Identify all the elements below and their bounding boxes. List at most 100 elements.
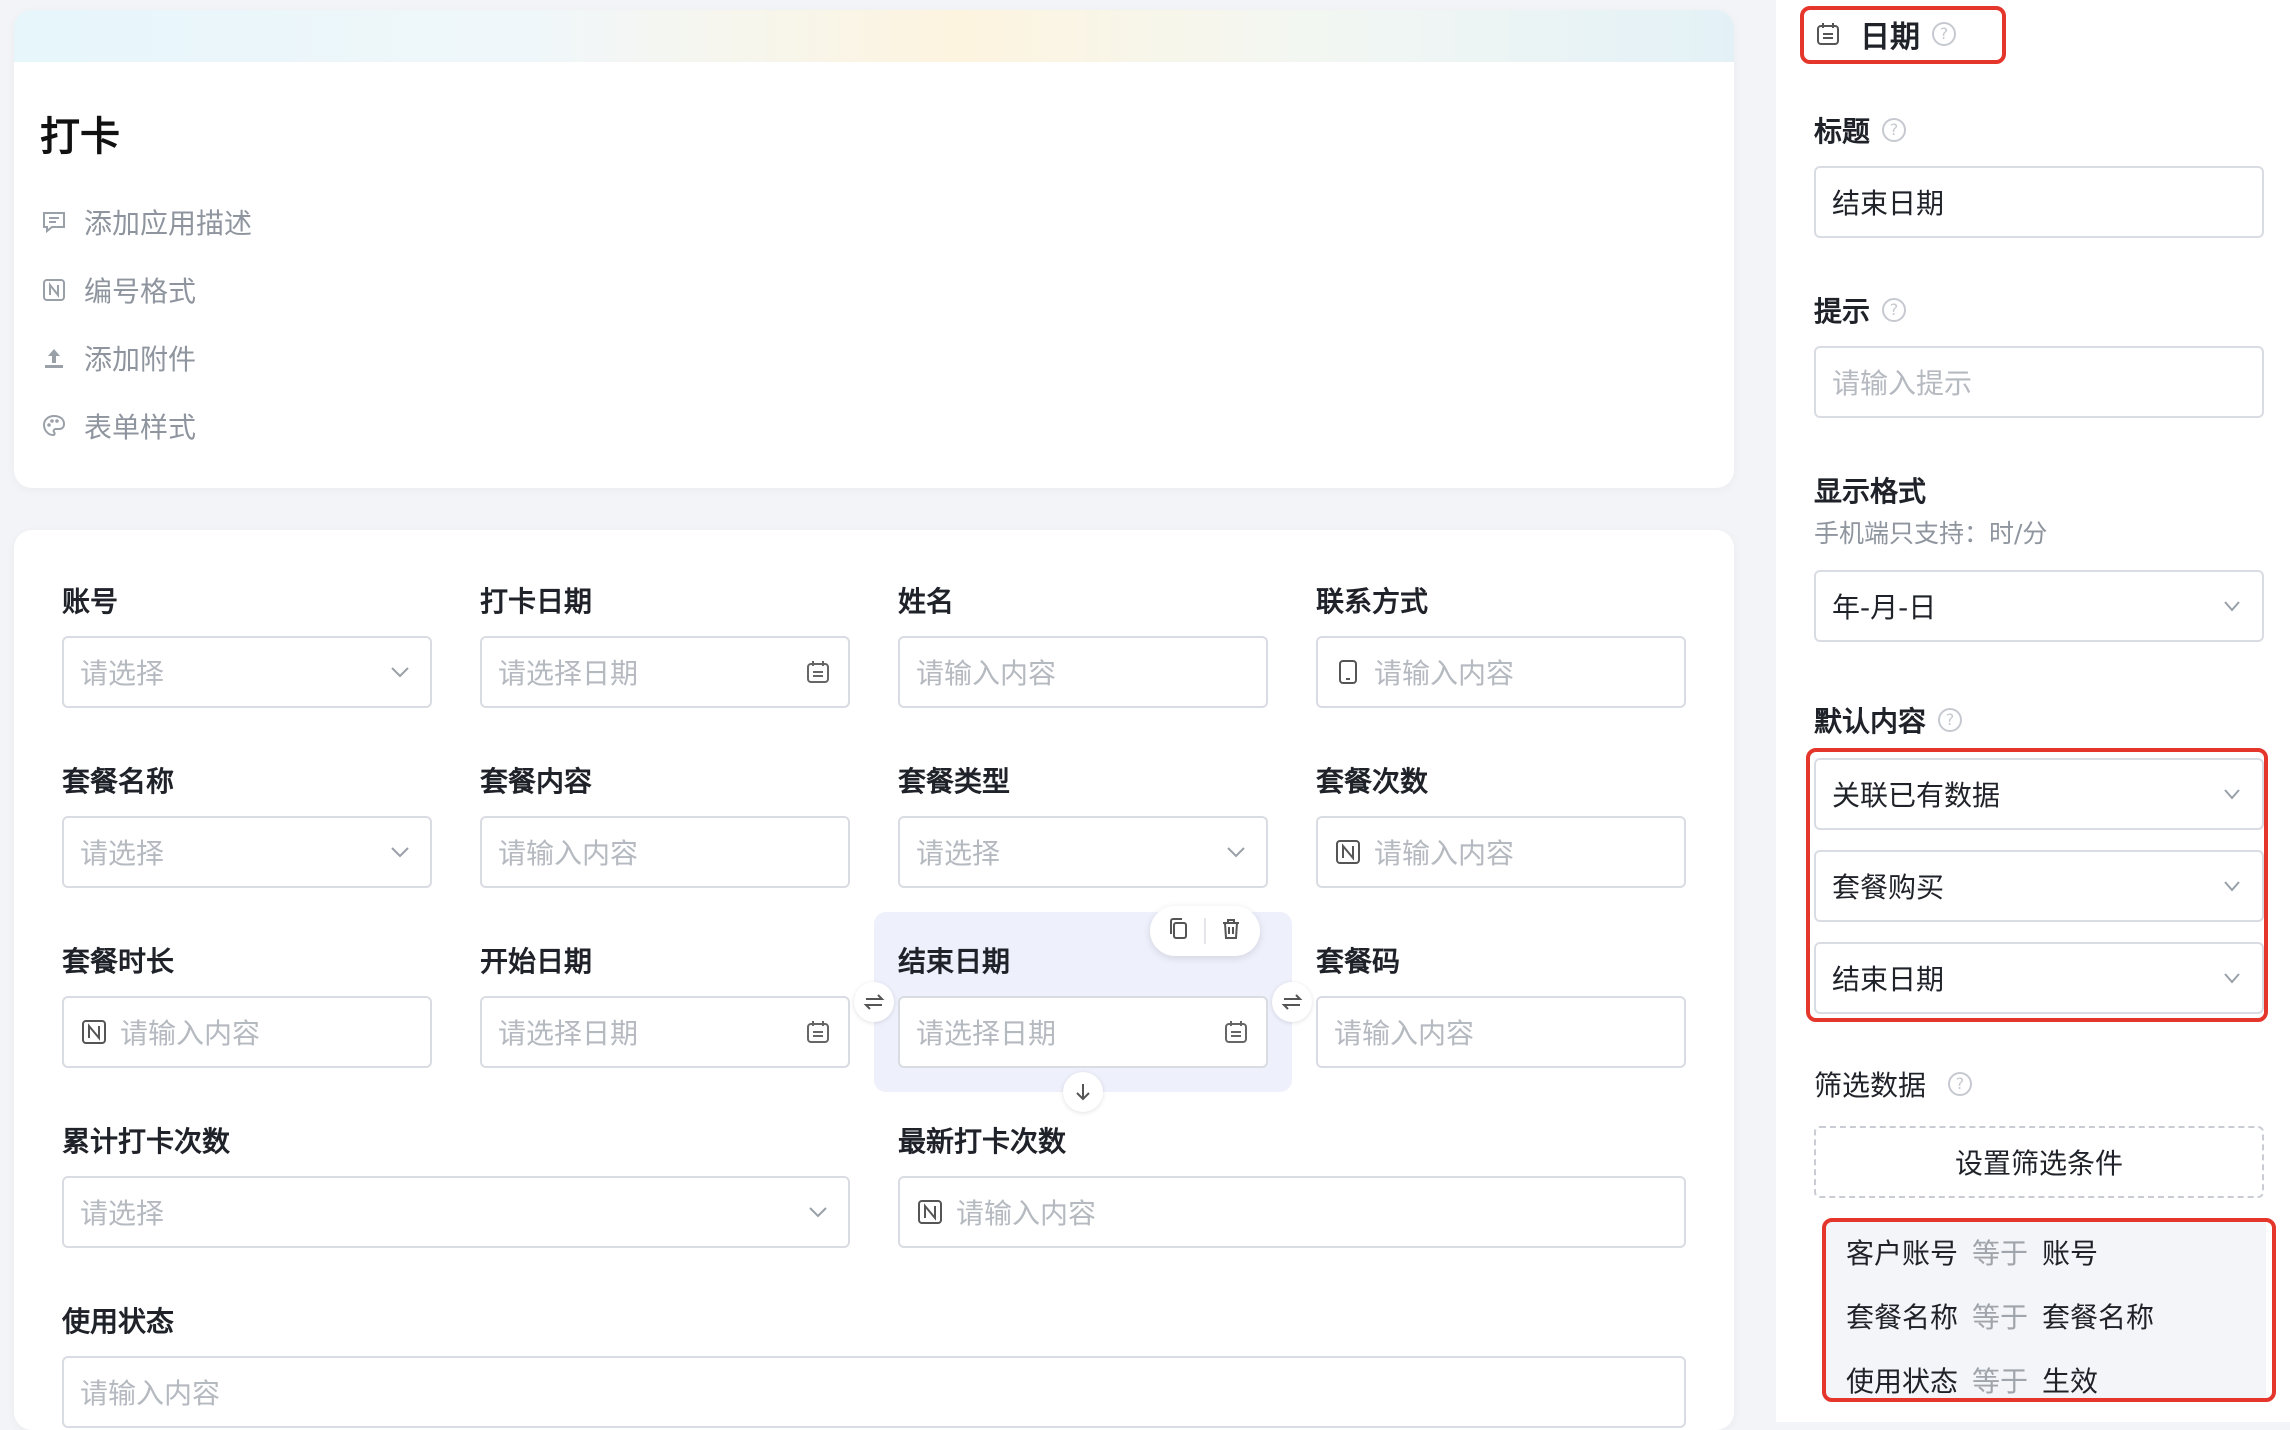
calendar-icon (804, 1018, 832, 1046)
form-title[interactable]: 打卡 (40, 104, 120, 162)
latest-checkins-placeholder: 请输入内容 (956, 1197, 1097, 1230)
copy-icon[interactable] (1166, 916, 1192, 946)
package-duration-placeholder: 请输入内容 (120, 1017, 261, 1050)
package-type-select[interactable]: 请选择 (898, 816, 1268, 888)
package-count-input[interactable]: 请输入内容 (1316, 816, 1686, 888)
usage-status-placeholder: 请输入内容 (80, 1377, 221, 1410)
field-label-package-code: 套餐码 (1316, 945, 1401, 978)
highlight-component-type (1800, 6, 2006, 64)
default-label-text: 默认内容 (1814, 705, 1927, 738)
start-date-picker[interactable]: 请选择日期 (480, 996, 850, 1068)
add-attachment-link[interactable]: 添加附件 (40, 338, 196, 378)
swap-left-icon[interactable] (854, 982, 894, 1022)
name-input[interactable]: 请输入内容 (898, 636, 1268, 708)
number-format-label: 编号格式 (84, 275, 197, 308)
form-style-link[interactable]: 表单样式 (40, 406, 196, 446)
field-label-total-checkins: 累计打卡次数 (62, 1125, 231, 1158)
toolbar-divider (1204, 918, 1206, 944)
move-down-icon[interactable] (1063, 1072, 1103, 1112)
package-content-input[interactable]: 请输入内容 (480, 816, 850, 888)
total-checkins-select[interactable]: 请选择 (62, 1176, 850, 1248)
hint-input[interactable]: 请输入提示 (1814, 346, 2264, 418)
phone-icon (1334, 658, 1362, 686)
field-label-package-count: 套餐次数 (1316, 765, 1429, 798)
chevron-down-icon (804, 1198, 832, 1226)
help-icon[interactable]: ? (1882, 298, 1907, 322)
format-select-value: 年-月-日 (1832, 591, 1937, 624)
format-select[interactable]: 年-月-日 (1814, 570, 2264, 642)
set-filter-button[interactable]: 设置筛选条件 (1814, 1126, 2264, 1198)
end-date-placeholder: 请选择日期 (916, 1017, 1057, 1050)
title-input[interactable]: 结束日期 (1814, 166, 2264, 238)
package-type-placeholder: 请选择 (916, 837, 1001, 870)
default-section-label: 默认内容 ? (1814, 700, 1963, 740)
number-format-icon (40, 276, 68, 304)
usage-status-input[interactable]: 请输入内容 (62, 1356, 1686, 1428)
trash-icon[interactable] (1218, 916, 1244, 946)
title-section-label: 标题 ? (1814, 110, 1907, 150)
package-code-placeholder: 请输入内容 (1334, 1017, 1475, 1050)
field-label-package-type: 套餐类型 (898, 765, 1011, 798)
help-icon[interactable]: ? (1882, 118, 1907, 142)
calendar-icon (804, 658, 832, 686)
form-header-card (14, 10, 1734, 488)
package-duration-input[interactable]: 请输入内容 (62, 996, 432, 1068)
start-date-placeholder: 请选择日期 (498, 1017, 639, 1050)
field-label-package-content: 套餐内容 (480, 765, 593, 798)
package-name-select[interactable]: 请选择 (62, 816, 432, 888)
field-label-package-name: 套餐名称 (62, 765, 175, 798)
total-checkins-placeholder: 请选择 (80, 1197, 165, 1230)
field-label-name: 姓名 (898, 585, 955, 618)
field-label-latest-checkins: 最新打卡次数 (898, 1125, 1067, 1158)
package-count-placeholder: 请输入内容 (1374, 837, 1515, 870)
number-icon (916, 1198, 944, 1226)
latest-checkins-input[interactable]: 请输入内容 (898, 1176, 1686, 1248)
highlight-filter-conditions (1822, 1218, 2276, 1402)
field-label-account: 账号 (62, 585, 119, 618)
number-icon (80, 1018, 108, 1046)
chevron-down-icon (386, 658, 414, 686)
help-icon[interactable]: ? (1948, 1072, 1973, 1096)
filter-section-label: 筛选数据 ? (1814, 1064, 1973, 1104)
highlight-default-content (1806, 748, 2268, 1022)
account-placeholder: 请选择 (80, 657, 165, 690)
chevron-down-icon (1222, 838, 1250, 866)
end-date-picker[interactable]: 请选择日期 (898, 996, 1268, 1068)
add-attachment-label: 添加附件 (84, 343, 197, 376)
title-label-text: 标题 (1814, 115, 1871, 148)
checkin-date-placeholder: 请选择日期 (498, 657, 639, 690)
swap-right-icon[interactable] (1272, 982, 1312, 1022)
comment-icon (40, 208, 68, 236)
title-input-value: 结束日期 (1832, 187, 1945, 220)
add-description-link[interactable]: 添加应用描述 (40, 202, 252, 242)
account-select[interactable]: 请选择 (62, 636, 432, 708)
number-format-link[interactable]: 编号格式 (40, 270, 196, 310)
header-gradient-banner (14, 10, 1734, 62)
hint-input-placeholder: 请输入提示 (1832, 367, 1973, 400)
form-style-label: 表单样式 (84, 411, 197, 444)
package-code-input[interactable]: 请输入内容 (1316, 996, 1686, 1068)
format-label-text: 显示格式 (1814, 475, 1927, 508)
format-section-label: 显示格式 (1814, 470, 1926, 510)
chevron-down-icon (386, 838, 414, 866)
upload-icon (40, 344, 68, 372)
add-description-label: 添加应用描述 (84, 207, 253, 240)
calendar-icon (1222, 1018, 1250, 1046)
filter-label-text: 筛选数据 (1814, 1069, 1927, 1102)
field-label-checkin-date: 打卡日期 (480, 585, 593, 618)
hint-label-text: 提示 (1814, 295, 1871, 328)
format-note: 手机端只支持：时/分 (1814, 519, 2048, 548)
number-icon (1334, 838, 1362, 866)
contact-input[interactable]: 请输入内容 (1316, 636, 1686, 708)
field-label-end-date: 结束日期 (898, 945, 1011, 978)
name-placeholder: 请输入内容 (916, 657, 1057, 690)
palette-icon (40, 412, 68, 440)
hint-section-label: 提示 ? (1814, 290, 1907, 330)
help-icon[interactable]: ? (1938, 708, 1963, 732)
field-label-start-date: 开始日期 (480, 945, 593, 978)
package-content-placeholder: 请输入内容 (498, 837, 639, 870)
field-label-contact: 联系方式 (1316, 585, 1429, 618)
checkin-date-picker[interactable]: 请选择日期 (480, 636, 850, 708)
field-label-usage-status: 使用状态 (62, 1305, 175, 1338)
chevron-down-icon (2218, 592, 2246, 620)
